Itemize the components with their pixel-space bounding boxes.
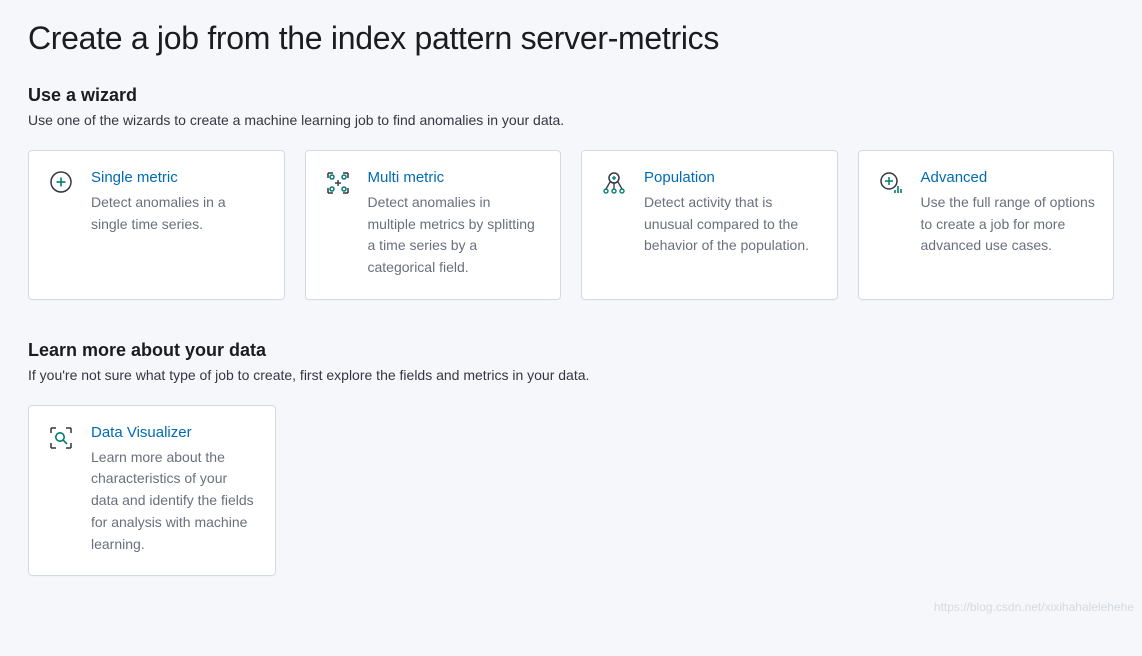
card-desc: Detect anomalies in multiple metrics by … — [368, 192, 543, 279]
data-visualizer-card[interactable]: Data Visualizer Learn more about the cha… — [28, 405, 276, 576]
card-title: Multi metric — [368, 169, 543, 186]
population-card[interactable]: Population Detect activity that is unusu… — [581, 150, 838, 300]
learn-description: If you're not sure what type of job to c… — [28, 367, 1114, 383]
advanced-card[interactable]: Advanced Use the full range of options t… — [858, 150, 1115, 300]
wizard-cards: Single metric Detect anomalies in a sing… — [28, 150, 1114, 300]
advanced-icon — [877, 169, 905, 197]
card-desc: Detect anomalies in a single time series… — [91, 192, 266, 235]
learn-heading: Learn more about your data — [28, 340, 1114, 361]
card-desc: Use the full range of options to create … — [921, 192, 1096, 257]
multi-metric-icon — [324, 169, 352, 197]
wizard-heading: Use a wizard — [28, 85, 1114, 106]
card-desc: Detect activity that is unusual compared… — [644, 192, 819, 257]
multi-metric-card[interactable]: Multi metric Detect anomalies in multipl… — [305, 150, 562, 300]
card-title: Population — [644, 169, 819, 186]
card-desc: Learn more about the characteristics of … — [91, 447, 257, 555]
population-icon — [600, 169, 628, 197]
wizard-description: Use one of the wizards to create a machi… — [28, 112, 1114, 128]
card-title: Advanced — [921, 169, 1096, 186]
watermark: https://blog.csdn.net/xixihahalelehehe — [934, 600, 1134, 614]
page-title: Create a job from the index pattern serv… — [28, 20, 1114, 57]
single-metric-icon — [47, 169, 75, 197]
card-title: Data Visualizer — [91, 424, 257, 441]
data-visualizer-icon — [47, 424, 75, 452]
single-metric-card[interactable]: Single metric Detect anomalies in a sing… — [28, 150, 285, 300]
card-title: Single metric — [91, 169, 266, 186]
